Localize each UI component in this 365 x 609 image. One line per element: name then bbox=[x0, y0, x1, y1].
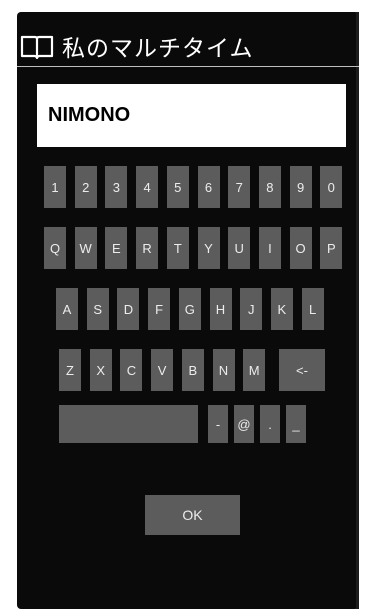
key-b[interactable]: B bbox=[181, 349, 204, 391]
key-d[interactable]: D bbox=[117, 288, 140, 330]
key-1[interactable]: 1 bbox=[44, 166, 66, 208]
open-book-icon bbox=[20, 35, 54, 59]
key-f[interactable]: F bbox=[148, 288, 171, 330]
key-g[interactable]: G bbox=[178, 288, 201, 330]
key-period[interactable]: . bbox=[260, 405, 280, 443]
app-header: 私のマルチタイム bbox=[20, 28, 254, 64]
key-4[interactable]: 4 bbox=[136, 166, 159, 208]
key-i[interactable]: I bbox=[258, 227, 281, 269]
header-divider bbox=[17, 66, 359, 67]
key-v[interactable]: V bbox=[151, 349, 174, 391]
key-m[interactable]: M bbox=[243, 349, 266, 391]
key-0[interactable]: 0 bbox=[320, 166, 343, 208]
key-c[interactable]: C bbox=[120, 349, 143, 391]
key-x[interactable]: X bbox=[89, 349, 112, 391]
key-z[interactable]: Z bbox=[59, 349, 81, 391]
page-title: 私のマルチタイム bbox=[62, 36, 254, 62]
space-key[interactable] bbox=[59, 405, 198, 443]
key-o[interactable]: O bbox=[289, 227, 312, 269]
key-6[interactable]: 6 bbox=[197, 166, 220, 208]
screen-edge bbox=[356, 12, 359, 609]
key-y[interactable]: Y bbox=[197, 227, 220, 269]
key-3[interactable]: 3 bbox=[105, 166, 128, 208]
key-2[interactable]: 2 bbox=[74, 166, 97, 208]
key-7[interactable]: 7 bbox=[228, 166, 251, 208]
key-u[interactable]: U bbox=[228, 227, 251, 269]
backspace-key[interactable]: <- bbox=[279, 349, 325, 391]
key-r[interactable]: R bbox=[136, 227, 159, 269]
key-e[interactable]: E bbox=[105, 227, 128, 269]
text-input[interactable]: NIMONO bbox=[37, 84, 346, 147]
key-k[interactable]: K bbox=[270, 288, 293, 330]
key-s[interactable]: S bbox=[86, 288, 109, 330]
key-8[interactable]: 8 bbox=[258, 166, 281, 208]
key-a[interactable]: A bbox=[56, 288, 78, 330]
key-9[interactable]: 9 bbox=[289, 166, 312, 208]
key-p[interactable]: P bbox=[320, 227, 343, 269]
key-at[interactable]: @ bbox=[234, 405, 254, 443]
key-5[interactable]: 5 bbox=[166, 166, 189, 208]
key-underscore[interactable]: _ bbox=[286, 405, 306, 443]
key-l[interactable]: L bbox=[301, 288, 324, 330]
ok-button[interactable]: OK bbox=[145, 495, 240, 535]
key-n[interactable]: N bbox=[212, 349, 235, 391]
key-t[interactable]: T bbox=[166, 227, 189, 269]
key-hyphen[interactable]: - bbox=[208, 405, 228, 443]
key-h[interactable]: H bbox=[209, 288, 232, 330]
key-w[interactable]: W bbox=[74, 227, 97, 269]
key-j[interactable]: J bbox=[240, 288, 263, 330]
key-q[interactable]: Q bbox=[44, 227, 66, 269]
